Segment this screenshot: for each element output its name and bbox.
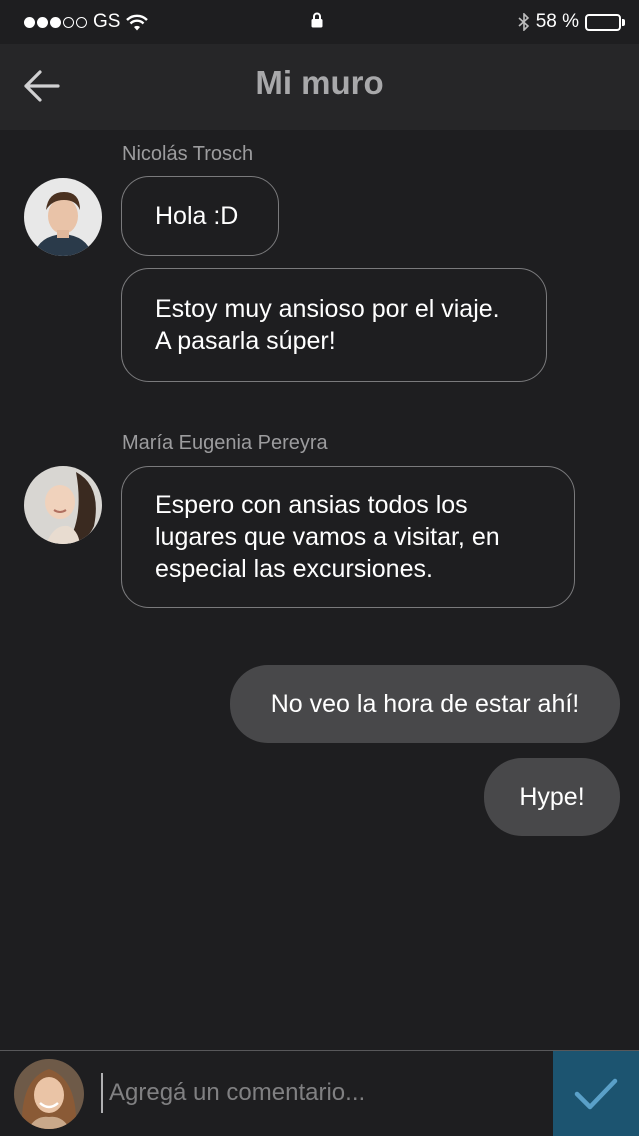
lock-icon bbox=[311, 12, 323, 28]
bluetooth-icon bbox=[518, 13, 529, 31]
comment-input[interactable] bbox=[101, 1073, 541, 1113]
status-left: GS bbox=[24, 11, 149, 33]
battery-percent: 58 % bbox=[535, 11, 579, 32]
message-text: Hype! bbox=[519, 782, 585, 811]
sender-name: María Eugenia Pereyra bbox=[122, 432, 328, 454]
own-message-bubble: Hype! bbox=[484, 758, 620, 836]
wifi-icon bbox=[126, 14, 149, 30]
chat-screen: GS 58 % Mi muro Nicolás Trosch Hola:D E… bbox=[0, 0, 639, 1136]
nav-bar: Mi muro bbox=[0, 44, 639, 130]
comment-composer bbox=[0, 1050, 639, 1136]
checkmark-icon bbox=[574, 1078, 618, 1109]
carrier-label: GS bbox=[93, 11, 121, 32]
avatar-photo-icon bbox=[14, 1059, 84, 1129]
avatar[interactable] bbox=[24, 466, 102, 544]
message-text: No veo la hora de estar ahí! bbox=[270, 689, 580, 718]
page-title: Mi muro bbox=[255, 64, 384, 101]
message-text: Espero con ansias todos los lugares que … bbox=[155, 491, 500, 583]
send-button[interactable] bbox=[553, 1051, 639, 1136]
message-bubble: Hola :D bbox=[121, 176, 279, 256]
avatar-photo-icon bbox=[24, 178, 102, 256]
avatar[interactable] bbox=[24, 178, 102, 256]
status-bar: GS 58 % bbox=[0, 0, 639, 44]
battery-icon bbox=[585, 13, 625, 31]
avatar-photo-icon bbox=[24, 466, 102, 544]
status-right: 58 % bbox=[518, 11, 625, 33]
current-user-avatar bbox=[14, 1059, 84, 1129]
signal-dots-icon bbox=[24, 16, 87, 28]
message-text: Estoy muy ansioso por el viaje. A pasarl… bbox=[155, 295, 500, 355]
sender-name: Nicolás Trosch bbox=[122, 143, 254, 165]
message-bubble: Estoy muy ansioso por el viaje. A pasarl… bbox=[121, 268, 547, 382]
own-message-bubble: No veo la hora de estar ahí! bbox=[230, 665, 620, 743]
message-bubble: Espero con ansias todos los lugares que … bbox=[121, 466, 575, 608]
message-text: Hola :D bbox=[155, 202, 239, 230]
